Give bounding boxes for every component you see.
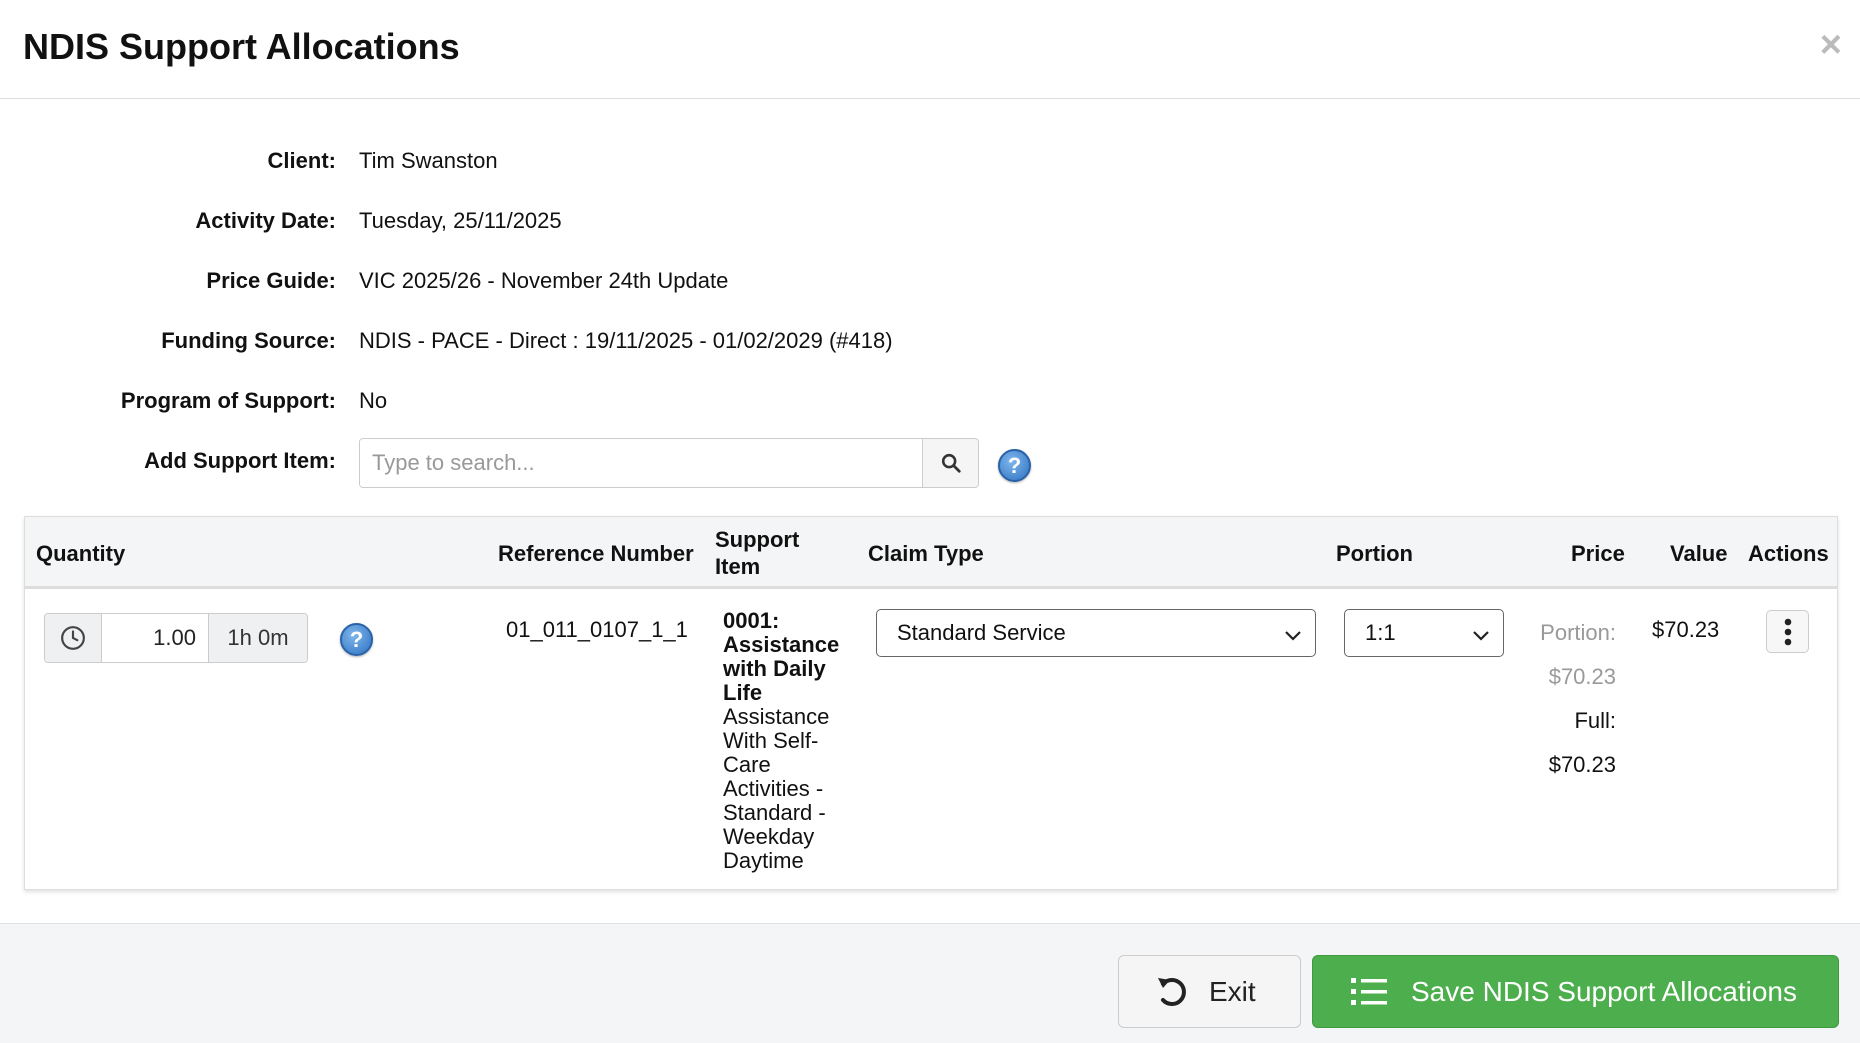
modal-header: NDIS Support Allocations × xyxy=(0,0,1860,99)
header-value: Value xyxy=(1670,541,1728,566)
support-item-description: Assistance With Self-Care Activities - S… xyxy=(723,704,830,873)
price-guide-value: VIC 2025/26 - November 24th Update xyxy=(359,268,729,293)
header-reference-number: Reference Number xyxy=(498,541,694,566)
header-claim-type: Claim Type xyxy=(868,541,984,566)
full-price-label: Full: xyxy=(1574,708,1616,733)
quantity-group: 1h 0m xyxy=(44,613,308,663)
save-allocations-button[interactable]: Save NDIS Support Allocations xyxy=(1312,955,1839,1028)
search-button[interactable] xyxy=(922,439,978,487)
quantity-help-icon[interactable]: ? xyxy=(340,623,373,656)
add-support-item-label: Add Support Item: xyxy=(144,448,336,473)
value-cell: $70.23 xyxy=(1652,617,1720,642)
funding-source-label: Funding Source: xyxy=(161,328,336,353)
header-actions: Actions xyxy=(1748,541,1829,566)
list-icon xyxy=(1351,977,1387,1005)
header-quantity: Quantity xyxy=(36,541,126,566)
portion-select[interactable]: 1:1 xyxy=(1344,609,1504,657)
support-item-cell: 0001: Assistance with Daily Life Assista… xyxy=(723,609,853,873)
claim-type-select[interactable]: Standard Service xyxy=(876,609,1316,657)
support-allocations-table: Quantity Reference Number Support Item C… xyxy=(24,516,1838,890)
price-cell: Portion: $70.23 Full: $70.23 xyxy=(1540,611,1616,787)
clock-button[interactable] xyxy=(45,614,102,662)
portion-price-label: Portion: xyxy=(1540,620,1616,645)
header-price: Price xyxy=(1571,541,1625,566)
support-item-search-input[interactable] xyxy=(360,439,922,487)
header-support-item-line1: Support xyxy=(715,527,800,552)
activity-date-value: Tuesday, 25/11/2025 xyxy=(359,208,562,233)
program-of-support-value: No xyxy=(359,388,388,413)
row-actions-button[interactable] xyxy=(1766,610,1809,653)
header-support-item-line2: Item xyxy=(715,554,761,579)
table-header: Quantity Reference Number Support Item C… xyxy=(25,517,1837,589)
header-support-item: Support Item xyxy=(715,526,799,580)
help-icon[interactable]: ? xyxy=(998,449,1031,482)
exit-label: Exit xyxy=(1209,975,1256,1007)
support-item-title: 0001: Assistance with Daily Life xyxy=(723,608,840,705)
chevron-down-icon xyxy=(1285,631,1301,641)
claim-type-value: Standard Service xyxy=(897,620,1066,645)
program-of-support-label: Program of Support: xyxy=(120,388,336,413)
chevron-down-icon xyxy=(1473,631,1489,641)
search-icon xyxy=(941,453,961,473)
portion-value: 1:1 xyxy=(1365,620,1396,645)
quantity-input[interactable] xyxy=(102,614,208,662)
full-price-value: $70.23 xyxy=(1548,752,1616,777)
client-value: Tim Swanston xyxy=(359,148,498,173)
header-portion: Portion xyxy=(1336,541,1413,566)
support-item-search xyxy=(359,438,979,488)
price-guide-label: Price Guide: xyxy=(206,268,336,293)
undo-icon xyxy=(1158,977,1186,1006)
close-icon[interactable]: × xyxy=(1820,26,1842,64)
vertical-dots-icon xyxy=(1784,618,1791,645)
duration-display: 1h 0m xyxy=(208,614,307,662)
exit-button[interactable]: Exit xyxy=(1118,955,1301,1028)
modal-title: NDIS Support Allocations xyxy=(23,26,460,67)
clock-icon xyxy=(61,626,85,650)
save-label: Save NDIS Support Allocations xyxy=(1411,975,1797,1007)
portion-price-value: $70.23 xyxy=(1548,664,1616,689)
client-label: Client: xyxy=(267,148,336,173)
reference-number: 01_011_0107_1_1 xyxy=(506,617,688,642)
activity-date-label: Activity Date: xyxy=(195,208,336,233)
funding-source-value: NDIS - PACE - Direct : 19/11/2025 - 01/0… xyxy=(359,328,893,353)
